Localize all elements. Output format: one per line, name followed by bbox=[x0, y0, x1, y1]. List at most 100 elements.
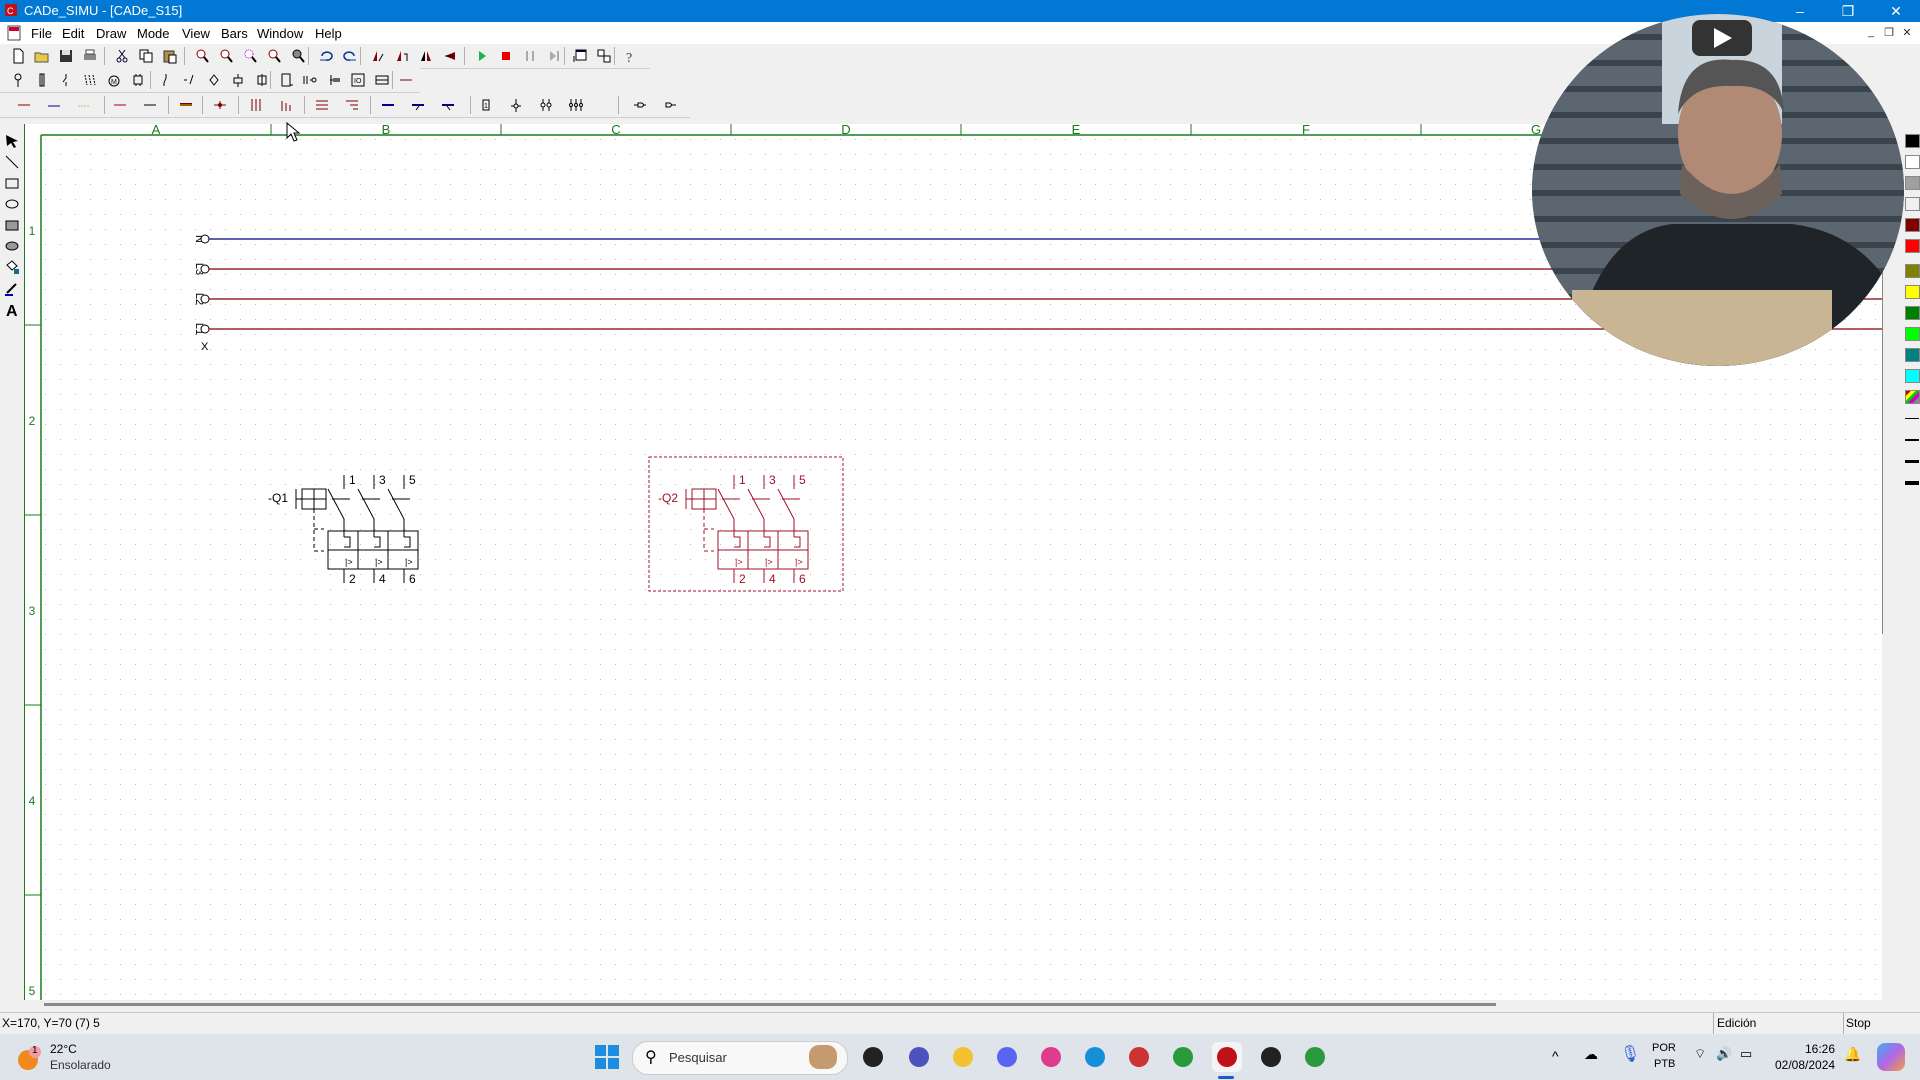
wire-button[interactable] bbox=[396, 71, 416, 89]
zoom-out-button[interactable] bbox=[216, 47, 236, 65]
mirror-h-button[interactable] bbox=[416, 47, 436, 65]
fuse-button[interactable] bbox=[32, 71, 52, 89]
obs-taskbar-button[interactable] bbox=[1256, 1042, 1286, 1072]
wire-navy-branch-button[interactable] bbox=[408, 96, 428, 114]
three-wires-button[interactable] bbox=[246, 96, 266, 114]
clock-date[interactable]: 02/08/2024 bbox=[1775, 1058, 1835, 1072]
close-button[interactable]: ✕ bbox=[1876, 0, 1916, 22]
wire-thick-button[interactable] bbox=[176, 96, 196, 114]
horizontal-scrollbar[interactable] bbox=[24, 1000, 1882, 1012]
menu-edit[interactable]: Edit bbox=[62, 26, 84, 41]
rotate-left-button[interactable] bbox=[368, 47, 388, 65]
terminal-numbered-button[interactable] bbox=[506, 96, 526, 114]
notification-bell-icon[interactable]: 🔔 bbox=[1844, 1046, 1861, 1063]
bus-horizontal-offset-button[interactable] bbox=[342, 96, 362, 114]
timer-button[interactable] bbox=[252, 71, 272, 89]
pushbutton-button[interactable] bbox=[180, 71, 200, 89]
adobe-cc-taskbar-button[interactable] bbox=[1036, 1042, 1066, 1072]
print-button[interactable] bbox=[80, 47, 100, 65]
zoom-extents-button[interactable] bbox=[288, 47, 308, 65]
show-hidden-icons[interactable]: ^ bbox=[1552, 1048, 1559, 1064]
open-button[interactable] bbox=[32, 47, 52, 65]
line-width-option[interactable] bbox=[1905, 460, 1919, 463]
lang-bottom[interactable]: PTB bbox=[1654, 1058, 1675, 1070]
fill-color-button[interactable] bbox=[3, 258, 21, 276]
line-width-option[interactable] bbox=[1905, 439, 1919, 441]
menu-file[interactable]: File bbox=[31, 26, 52, 41]
filled-rectangle-button[interactable] bbox=[3, 216, 21, 234]
terminal-quad-button[interactable] bbox=[566, 96, 586, 114]
redo-button[interactable] bbox=[340, 47, 360, 65]
mdi-minimize-button[interactable]: _ bbox=[1862, 26, 1880, 42]
window-tile-button[interactable] bbox=[594, 47, 614, 65]
lang-top[interactable]: POR bbox=[1652, 1042, 1676, 1054]
motor-button[interactable]: M bbox=[104, 71, 124, 89]
filled-ellipse-button[interactable] bbox=[3, 237, 21, 255]
copy-button[interactable] bbox=[136, 47, 156, 65]
zoom-all-button[interactable] bbox=[264, 47, 284, 65]
mdi-close-button[interactable]: ✕ bbox=[1898, 26, 1916, 42]
color-swatch[interactable] bbox=[1905, 176, 1920, 190]
paste-button[interactable] bbox=[160, 47, 180, 65]
discord-taskbar-button[interactable] bbox=[992, 1042, 1022, 1072]
cut-button[interactable] bbox=[112, 47, 132, 65]
cade-simu-taskbar-button[interactable] bbox=[1212, 1042, 1242, 1072]
plc-button[interactable] bbox=[276, 71, 296, 89]
wire-green-dashed-button[interactable] bbox=[74, 96, 94, 114]
color-swatch[interactable] bbox=[1905, 264, 1920, 278]
wire-navy-branch2-button[interactable] bbox=[438, 96, 458, 114]
multi-color-icon[interactable] bbox=[1905, 390, 1920, 404]
wire-navy-button[interactable] bbox=[378, 96, 398, 114]
connector-button[interactable] bbox=[300, 71, 320, 89]
window-cascade-button[interactable] bbox=[570, 47, 590, 65]
text-button[interactable]: A bbox=[3, 300, 21, 318]
color-swatch[interactable] bbox=[1905, 369, 1920, 383]
three-phase-switch-button[interactable] bbox=[80, 71, 100, 89]
weather-widget[interactable]: 1 bbox=[16, 1045, 44, 1073]
line-width-option[interactable] bbox=[1905, 481, 1919, 485]
terminal-single-button[interactable]: 1 bbox=[476, 96, 496, 114]
wifi-icon[interactable]: ⌔ bbox=[1694, 1046, 1706, 1062]
undo-button[interactable] bbox=[316, 47, 336, 65]
cloud-off-icon[interactable]: ☁ bbox=[1584, 1046, 1598, 1063]
help-button[interactable]: ? bbox=[620, 47, 640, 65]
connector-male-button[interactable] bbox=[630, 96, 650, 114]
select-button[interactable] bbox=[3, 132, 21, 150]
connector-female-button[interactable] bbox=[660, 96, 680, 114]
snipping-tool-taskbar-button[interactable] bbox=[1124, 1042, 1154, 1072]
wire-darkred-button[interactable] bbox=[110, 96, 130, 114]
start-button[interactable] bbox=[594, 1044, 620, 1070]
color-swatch[interactable] bbox=[1905, 285, 1920, 299]
wire-red-button[interactable] bbox=[14, 96, 34, 114]
minimize-button[interactable]: – bbox=[1780, 0, 1820, 22]
zoom-window-button[interactable] bbox=[240, 47, 260, 65]
three-wires-offset-button[interactable] bbox=[276, 96, 296, 114]
simulate-play-button[interactable] bbox=[472, 47, 492, 65]
menu-bars[interactable]: Bars bbox=[221, 26, 248, 41]
menu-draw[interactable]: Draw bbox=[96, 26, 126, 41]
taskbar-search[interactable]: ⚲ Pesquisar bbox=[632, 1041, 848, 1075]
color-swatch[interactable] bbox=[1905, 348, 1920, 362]
mdi-restore-button[interactable]: ❐ bbox=[1880, 26, 1898, 42]
cable-button[interactable] bbox=[372, 71, 392, 89]
menu-mode[interactable]: Mode bbox=[137, 26, 170, 41]
restore-button[interactable]: ❐ bbox=[1828, 0, 1868, 22]
simulate-step-button[interactable] bbox=[544, 47, 564, 65]
color-swatch[interactable] bbox=[1905, 327, 1920, 341]
color-swatch[interactable] bbox=[1905, 218, 1920, 232]
wire-black-button[interactable] bbox=[140, 96, 160, 114]
skype-taskbar-button[interactable] bbox=[1080, 1042, 1110, 1072]
color-swatch[interactable] bbox=[1905, 134, 1920, 148]
menu-view[interactable]: View bbox=[182, 26, 210, 41]
color-swatch[interactable] bbox=[1905, 155, 1920, 169]
rotate-right-button[interactable] bbox=[392, 47, 412, 65]
relay-button[interactable] bbox=[228, 71, 248, 89]
junction-button[interactable] bbox=[210, 96, 230, 114]
simulate-stop-button[interactable] bbox=[496, 47, 516, 65]
color-swatch[interactable] bbox=[1905, 239, 1920, 253]
rectangle-button[interactable] bbox=[3, 174, 21, 192]
chrome-profile-taskbar-button[interactable] bbox=[1300, 1042, 1330, 1072]
mirror-v-button[interactable] bbox=[440, 47, 460, 65]
wire-blue-button[interactable] bbox=[44, 96, 64, 114]
save-button[interactable] bbox=[56, 47, 76, 65]
